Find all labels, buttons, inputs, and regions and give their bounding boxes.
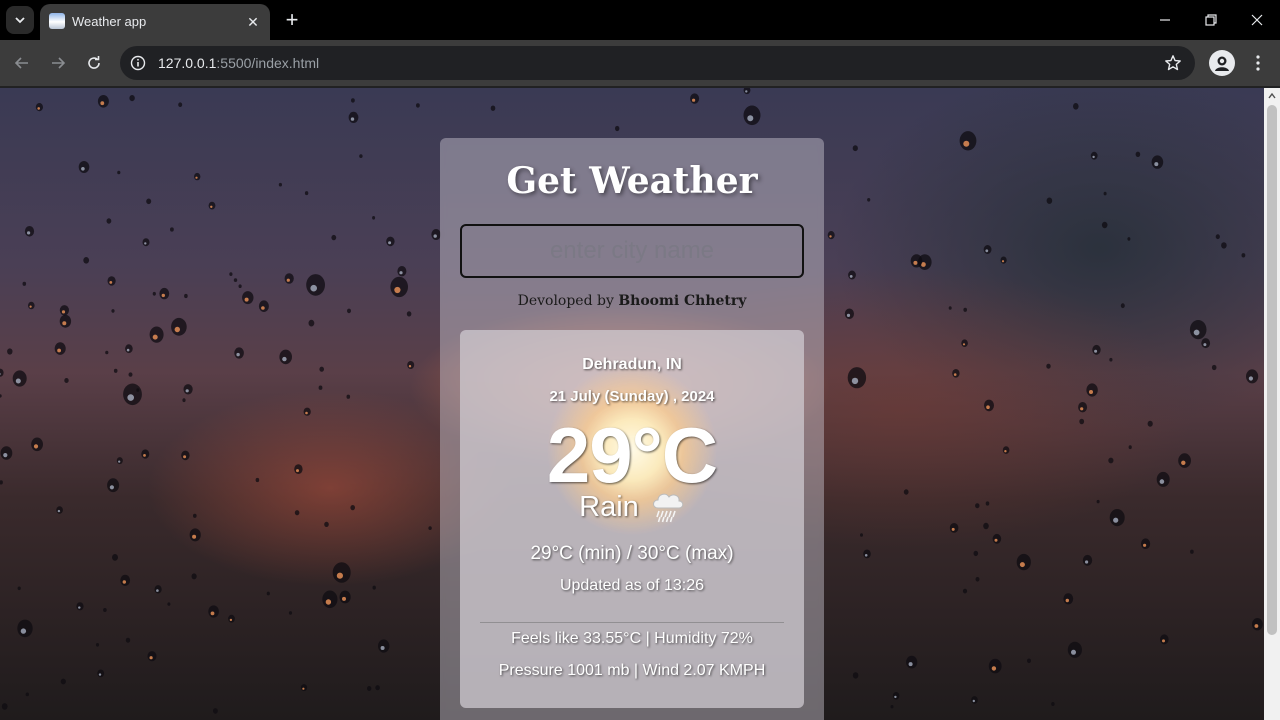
min-max-temperature: 29°C (min) / 30°C (max) xyxy=(530,543,734,564)
rain-cloud-icon xyxy=(652,493,684,523)
city-name: Dehradun, IN xyxy=(582,356,682,373)
developer-credit: Devoloped by Bhoomi Chhetry xyxy=(440,293,824,309)
page-scrollbar[interactable] xyxy=(1264,88,1280,720)
user-icon xyxy=(1215,56,1229,71)
close-icon xyxy=(1251,14,1263,26)
browser-menu-button[interactable] xyxy=(1246,48,1270,78)
back-button[interactable] xyxy=(7,48,37,78)
forward-button[interactable] xyxy=(43,48,73,78)
credit-name: Bhoomi Chhetry xyxy=(618,293,747,309)
minimize-button[interactable] xyxy=(1142,4,1188,36)
favicon-icon xyxy=(49,13,65,29)
scroll-thumb[interactable] xyxy=(1267,105,1277,635)
page-viewport: Get Weather Devoloped by Bhoomi Chhetry … xyxy=(0,88,1264,720)
restore-button[interactable] xyxy=(1188,4,1234,36)
weather-card: Get Weather Devoloped by Bhoomi Chhetry … xyxy=(440,138,824,720)
tab-search-button[interactable] xyxy=(6,6,34,34)
site-info-icon[interactable] xyxy=(128,53,148,73)
url-path: :5500/index.html xyxy=(216,55,320,71)
profile-avatar[interactable] xyxy=(1209,50,1235,76)
pressure-wind: Pressure 1001 mb | Wind 2.07 KMPH xyxy=(498,662,766,679)
updated-time: Updated as of 13:26 xyxy=(559,577,705,594)
weather-date: 21 July (Sunday) , 2024 xyxy=(549,388,715,405)
weather-result-panel: Dehradun, IN 21 July (Sunday) , 2024 29°… xyxy=(460,330,804,708)
reload-icon xyxy=(88,56,100,69)
page-title: Get Weather xyxy=(506,160,758,202)
new-tab-button[interactable]: + xyxy=(280,8,304,32)
url-text: 127.0.0.1:5500/index.html xyxy=(158,55,319,71)
divider xyxy=(480,622,784,623)
feels-like-humidity: Feels like 33.55°C | Humidity 72% xyxy=(511,630,753,647)
browser-toolbar: 127.0.0.1:5500/index.html xyxy=(0,40,1280,87)
url-host: 127.0.0.1 xyxy=(158,55,217,71)
restore-icon xyxy=(1205,14,1217,26)
credit-prefix: Devoloped by xyxy=(517,293,619,309)
close-tab-icon[interactable]: ✕ xyxy=(244,13,262,31)
chevron-down-icon xyxy=(15,17,25,24)
temperature: 29°C xyxy=(546,411,718,499)
forward-arrow-icon xyxy=(52,57,66,69)
more-vert-icon xyxy=(1256,55,1260,71)
city-search-input[interactable] xyxy=(460,224,804,278)
scroll-up-arrow-icon[interactable] xyxy=(1264,88,1280,104)
minimize-icon xyxy=(1160,19,1170,21)
weather-condition: Rain xyxy=(460,490,804,524)
tab-strip: Weather app ✕ + xyxy=(0,0,1280,40)
close-window-button[interactable] xyxy=(1234,4,1280,36)
bookmark-star-icon[interactable] xyxy=(1163,53,1183,73)
address-bar[interactable]: 127.0.0.1:5500/index.html xyxy=(120,46,1195,80)
condition-label: Rain xyxy=(579,490,639,523)
back-arrow-icon xyxy=(14,57,28,69)
reload-button[interactable] xyxy=(79,48,109,78)
tab-title: Weather app xyxy=(72,14,147,29)
tab-weather-app[interactable]: Weather app ✕ xyxy=(40,4,270,40)
